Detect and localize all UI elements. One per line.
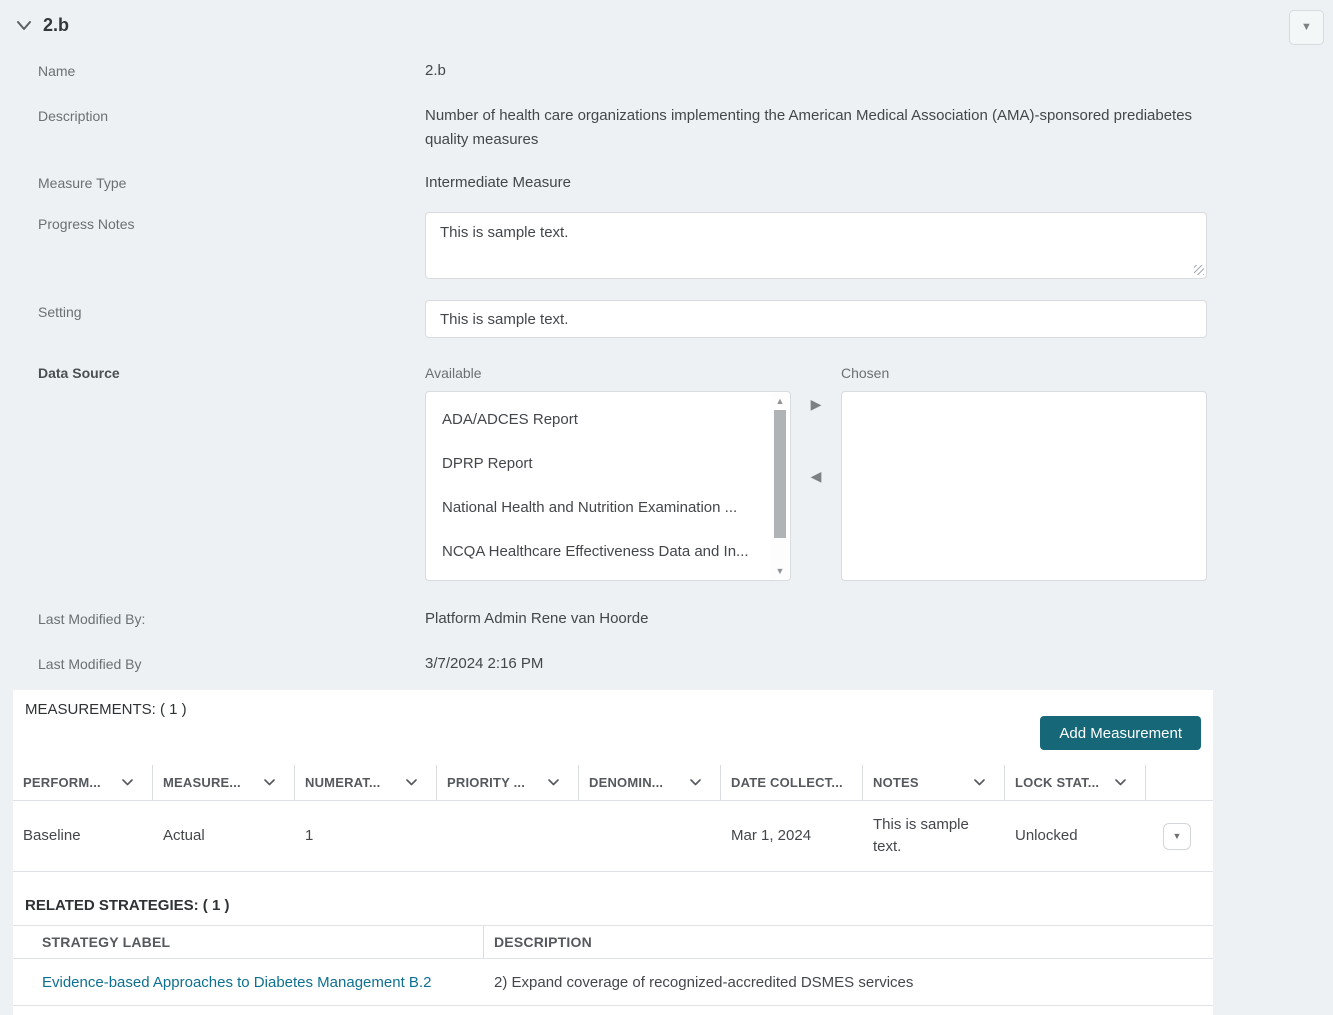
field-row-measure-type: Measure Type Intermediate Measure bbox=[38, 171, 1333, 195]
scroll-down-icon[interactable]: ▼ bbox=[771, 563, 789, 579]
move-arrows-column: ▶ ◀ bbox=[791, 361, 841, 581]
setting-label: Setting bbox=[38, 304, 82, 320]
column-header-measure[interactable]: MEASURE... bbox=[153, 765, 295, 800]
data-source-dual-list: Available ADA/ADCES Report DPRP Report N… bbox=[425, 361, 1207, 581]
measurements-table-header: PERFORM... MEASURE... NUMERAT... PRIORIT… bbox=[13, 765, 1213, 801]
last-modified-date-value: 3/7/2024 2:16 PM bbox=[425, 655, 544, 672]
field-row-data-source: Data Source Available ADA/ADCES Report D… bbox=[38, 361, 1333, 581]
last-modified-by-value: Platform Admin Rene van Hoorde bbox=[425, 610, 649, 627]
field-row-last-modified-date: Last Modified By 3/7/2024 2:16 PM bbox=[38, 652, 1333, 676]
scrollbar-thumb[interactable] bbox=[774, 410, 786, 538]
move-left-icon[interactable]: ◀ bbox=[811, 469, 822, 483]
measure-detail-form: Name 2.b Description Number of health ca… bbox=[0, 59, 1333, 676]
data-source-label: Data Source bbox=[38, 365, 120, 381]
chevron-down-icon bbox=[1115, 779, 1126, 786]
list-item[interactable]: NCQA Healthcare Effectiveness Data and I… bbox=[426, 530, 790, 574]
field-row-setting: Setting bbox=[38, 300, 1333, 338]
chosen-label: Chosen bbox=[841, 365, 890, 381]
chosen-listbox[interactable] bbox=[841, 391, 1207, 581]
chevron-down-icon bbox=[548, 779, 559, 786]
list-item[interactable]: National Health and Nutrition Examinatio… bbox=[426, 486, 790, 530]
strategy-link[interactable]: Evidence-based Approaches to Diabetes Ma… bbox=[42, 974, 431, 991]
measure-type-value: Intermediate Measure bbox=[425, 174, 571, 191]
listbox-scrollbar[interactable]: ▲ ▼ bbox=[771, 393, 789, 579]
triangle-down-icon: ▼ bbox=[1301, 21, 1312, 33]
row-menu-button[interactable]: ▼ bbox=[1163, 822, 1191, 850]
column-header-priority[interactable]: PRIORITY ... bbox=[437, 765, 579, 800]
setting-input[interactable] bbox=[425, 300, 1207, 338]
table-row: Evidence-based Approaches to Diabetes Ma… bbox=[13, 959, 1213, 1006]
column-header-numerator[interactable]: NUMERAT... bbox=[295, 765, 437, 800]
column-header-date-collected[interactable]: DATE COLLECT... bbox=[721, 765, 863, 800]
chevron-down-icon[interactable] bbox=[16, 20, 32, 32]
field-row-last-modified-by: Last Modified By: Platform Admin Rene va… bbox=[38, 607, 1333, 631]
name-value: 2.b bbox=[425, 62, 446, 79]
field-row-name: Name 2.b bbox=[38, 59, 1333, 83]
column-header-performance[interactable]: PERFORM... bbox=[13, 765, 153, 800]
available-label: Available bbox=[425, 365, 482, 381]
last-modified-date-label: Last Modified By bbox=[38, 656, 142, 672]
section-menu-button[interactable]: ▼ bbox=[1289, 10, 1324, 45]
available-listbox[interactable]: ADA/ADCES Report DPRP Report National He… bbox=[425, 391, 791, 581]
chevron-down-icon bbox=[974, 779, 985, 786]
triangle-down-icon: ▼ bbox=[1172, 830, 1182, 841]
chevron-down-icon bbox=[406, 779, 417, 786]
column-header-description: DESCRIPTION bbox=[494, 934, 592, 950]
performance-cell: Baseline bbox=[23, 827, 81, 844]
lock-status-cell: Unlocked bbox=[1015, 827, 1078, 844]
notes-cell: This is sample text. bbox=[873, 816, 969, 855]
chevron-down-icon bbox=[122, 779, 133, 786]
available-column: Available ADA/ADCES Report DPRP Report N… bbox=[425, 361, 791, 581]
measure-section-header: 2.b bbox=[0, 0, 1333, 36]
measurements-panel: MEASUREMENTS: ( 1 ) Add Measurement PERF… bbox=[13, 690, 1213, 1015]
progress-notes-textarea[interactable]: This is sample text. bbox=[425, 212, 1207, 279]
chevron-down-icon bbox=[690, 779, 701, 786]
strategy-description-cell: 2) Expand coverage of recognized-accredi… bbox=[494, 973, 914, 991]
name-label: Name bbox=[38, 63, 76, 79]
progress-notes-label: Progress Notes bbox=[38, 216, 135, 232]
column-header-notes[interactable]: NOTES bbox=[863, 765, 1005, 800]
measure-type-label: Measure Type bbox=[38, 175, 127, 191]
related-strategies-section-title: RELATED STRATEGIES: ( 1 ) bbox=[25, 897, 230, 914]
column-header-lock-status[interactable]: LOCK STAT... bbox=[1005, 765, 1146, 800]
list-item[interactable]: DPRP Report bbox=[426, 442, 790, 486]
scroll-up-icon[interactable]: ▲ bbox=[771, 393, 789, 409]
page-title: 2.b bbox=[43, 15, 70, 35]
chosen-column: Chosen bbox=[841, 361, 1207, 581]
numerator-cell: 1 bbox=[305, 827, 314, 844]
column-header-strategy-label: STRATEGY LABEL bbox=[13, 926, 484, 958]
table-row: Baseline Actual 1 Mar 1, 2024 This is sa… bbox=[13, 801, 1213, 872]
field-row-description: Description Number of health care organi… bbox=[38, 104, 1333, 152]
add-measurement-button[interactable]: Add Measurement bbox=[1040, 716, 1201, 750]
column-header-denominator[interactable]: DENOMIN... bbox=[579, 765, 721, 800]
field-row-progress-notes: Progress Notes This is sample text. bbox=[38, 212, 1333, 279]
measurements-section-title: MEASUREMENTS: ( 1 ) bbox=[25, 701, 187, 718]
strategies-table-header: STRATEGY LABEL DESCRIPTION bbox=[13, 925, 1213, 959]
last-modified-by-label: Last Modified By: bbox=[38, 611, 146, 627]
chevron-down-icon bbox=[264, 779, 275, 786]
description-value: Number of health care organizations impl… bbox=[425, 107, 1193, 148]
description-label: Description bbox=[38, 108, 109, 124]
list-item[interactable]: ADA/ADCES Report bbox=[426, 398, 790, 442]
date-collected-cell: Mar 1, 2024 bbox=[731, 827, 812, 844]
measure-cell: Actual bbox=[163, 827, 205, 844]
column-header-actions bbox=[1146, 765, 1213, 800]
move-right-icon[interactable]: ▶ bbox=[811, 397, 822, 411]
